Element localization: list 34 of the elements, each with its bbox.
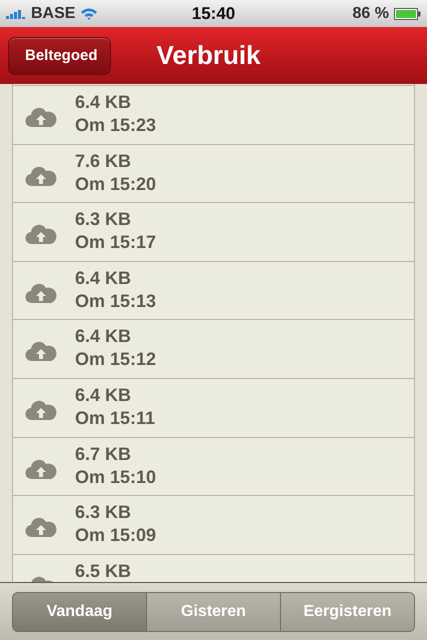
usage-time: Om 15:12 <box>75 349 156 370</box>
carrier-name: BASE <box>31 4 76 22</box>
list-row[interactable]: 7.6 KB Om 15:20 <box>13 144 414 202</box>
data-size: 7.6 KB <box>75 150 132 172</box>
screen-title: Verbruik <box>156 40 261 71</box>
data-size: 6.4 KB <box>75 384 132 406</box>
list-row[interactable]: 6.4 KB Om 15:13 <box>13 260 414 320</box>
data-size: 6.3 KB <box>75 209 132 230</box>
wifi-icon <box>80 7 98 20</box>
list-row[interactable]: 6.4 KB Om 15:23 <box>13 85 414 144</box>
battery-percent: 86 % <box>352 4 389 22</box>
battery-icon <box>394 8 421 20</box>
list-row[interactable]: 6.3 KB Om 15:09 <box>13 495 414 554</box>
segment-tab[interactable]: Vandaag <box>13 592 146 630</box>
list-row[interactable]: 6.4 KB Om 15:11 <box>13 378 414 437</box>
usage-time: Om 15:09 <box>75 525 156 546</box>
data-size: 6.4 KB <box>75 92 132 113</box>
usage-time: Om 15:20 <box>75 174 156 195</box>
data-size: 6.4 KB <box>75 326 132 348</box>
usage-time: Om 15:23 <box>75 115 156 136</box>
usage-time: Om 15:13 <box>75 290 156 312</box>
data-size: 6.5 KB <box>75 560 132 582</box>
usage-time: Om 15:11 <box>75 408 156 429</box>
list-row[interactable]: 6.7 KB Om 15:10 <box>13 436 414 496</box>
data-size: 6.4 KB <box>75 268 132 289</box>
list-row[interactable]: 6.4 KB Om 15:12 <box>13 319 414 378</box>
usage-time: Om 15:17 <box>75 232 156 254</box>
usage-time: Om 15:10 <box>75 466 156 488</box>
signal-icon <box>6 8 26 18</box>
list-row[interactable]: 6.3 KB Om 15:17 <box>13 202 414 261</box>
data-size: 6.3 KB <box>75 502 132 524</box>
clock: 15:40 <box>192 4 236 24</box>
data-size: 6.7 KB <box>75 444 132 465</box>
back-button[interactable]: Beltegoed <box>8 36 111 74</box>
